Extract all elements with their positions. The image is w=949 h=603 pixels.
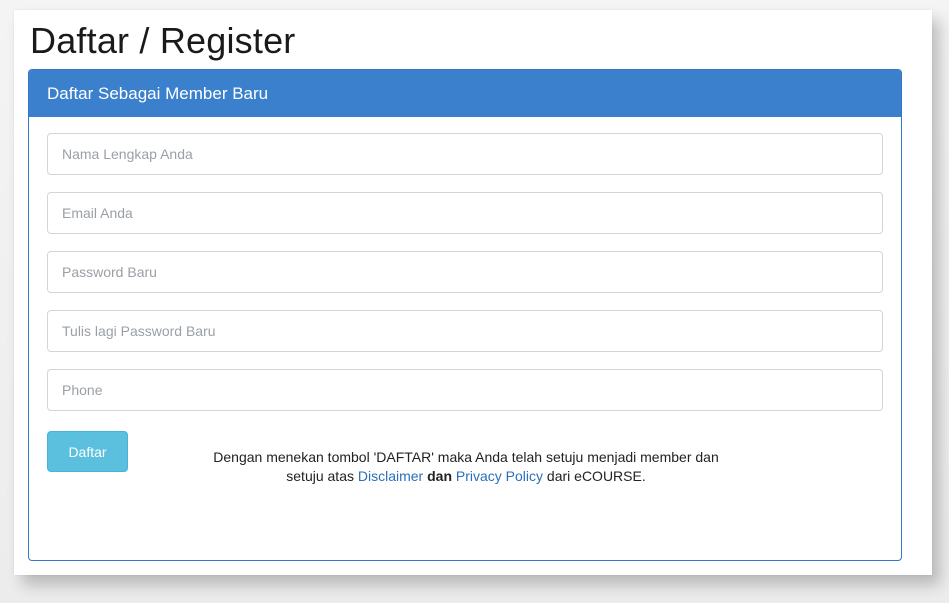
full-name-input[interactable] [47, 133, 883, 175]
register-page: Daftar / Register Daftar Sebagai Member … [14, 10, 932, 575]
terms-line-2: setuju atas Disclaimer dan Privacy Polic… [29, 467, 901, 486]
register-panel: Daftar Sebagai Member Baru Daftar Dengan… [28, 69, 902, 561]
page-title: Daftar / Register [30, 20, 296, 61]
and-word: dan [427, 468, 452, 484]
disclaimer-link[interactable]: Disclaimer [358, 468, 423, 484]
panel-heading: Daftar Sebagai Member Baru [29, 70, 901, 117]
email-input[interactable] [47, 192, 883, 234]
terms-line-1: Dengan menekan tombol 'DAFTAR' maka Anda… [213, 449, 719, 465]
terms-notice: Dengan menekan tombol 'DAFTAR' maka Anda… [29, 448, 901, 486]
register-form: Daftar [29, 117, 901, 472]
password-input[interactable] [47, 251, 883, 293]
privacy-policy-link[interactable]: Privacy Policy [456, 468, 543, 484]
phone-input[interactable] [47, 369, 883, 411]
terms-setuju-text: setuju atas [286, 468, 354, 484]
terms-ending-text: dari eCOURSE. [546, 468, 646, 484]
confirm-password-input[interactable] [47, 310, 883, 352]
screenshot-stage: Daftar / Register Daftar Sebagai Member … [0, 0, 949, 603]
